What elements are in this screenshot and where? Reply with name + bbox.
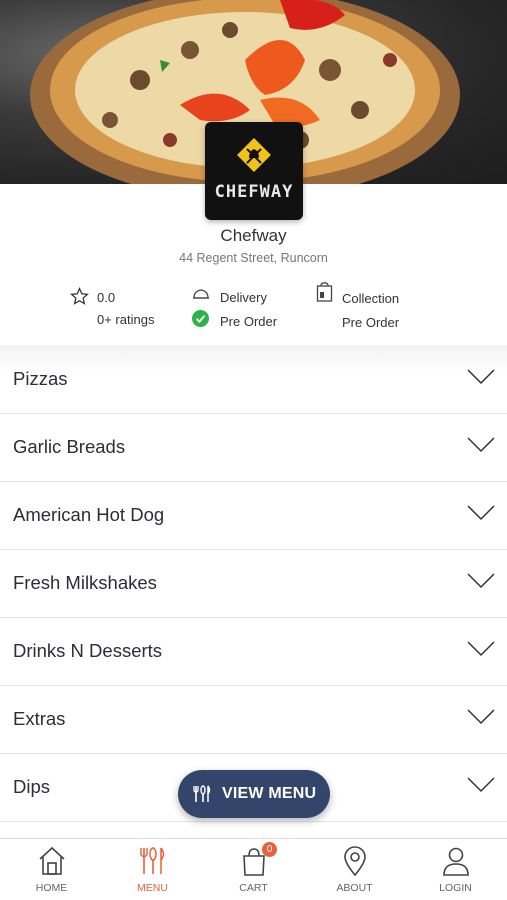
category-label: Garlic Breads (13, 436, 126, 457)
tab-login-label: LOGIN (439, 882, 472, 894)
bottom-tab-bar: HOME MENU CART 0 ABOUT LOGIN (0, 838, 507, 900)
tab-about[interactable]: ABOUT (304, 839, 405, 900)
delivery-label: Delivery (220, 290, 267, 305)
home-icon (38, 846, 65, 875)
category-row[interactable]: Extras (0, 686, 507, 754)
cutlery-icon (139, 847, 164, 874)
chevron-down-icon (467, 505, 495, 521)
restaurant-address: 44 Regent Street, Runcorn (179, 251, 328, 265)
tab-about-label: ABOUT (336, 882, 373, 894)
restaurant-name: Chefway (220, 226, 287, 245)
collection-status: Pre Order (342, 315, 400, 330)
category-label: American Hot Dog (13, 504, 165, 525)
delivery-status: Pre Order (220, 314, 278, 329)
category-row[interactable]: Pizzas (0, 346, 507, 414)
tab-cart[interactable]: CART (203, 839, 304, 900)
tab-menu[interactable]: MENU (102, 839, 203, 900)
delivery-icon (193, 289, 209, 299)
category-label: Pizzas (13, 368, 68, 389)
category-label: Extras (13, 708, 66, 729)
star-icon (70, 287, 89, 305)
tab-cart-label: CART (239, 882, 268, 894)
category-row[interactable]: American Hot Dog (0, 482, 507, 550)
location-pin-icon (343, 846, 366, 877)
chevron-down-icon (467, 641, 495, 657)
tab-login[interactable]: LOGIN (405, 839, 506, 900)
logo-text: CHEFWAY (214, 182, 294, 202)
tab-home[interactable]: HOME (1, 839, 102, 900)
collection-bag-icon (316, 282, 333, 302)
view-menu-label: VIEW MENU (222, 785, 317, 802)
category-row[interactable]: Fresh Milkshakes (0, 550, 507, 618)
chevron-down-icon (467, 437, 495, 453)
user-icon (442, 847, 469, 876)
chevron-down-icon (467, 573, 495, 589)
view-menu-button[interactable]: VIEW MENU (178, 770, 330, 818)
cart-count-badge: 0 (262, 842, 277, 857)
collection-label: Collection (342, 291, 400, 306)
chevron-down-icon (467, 369, 495, 385)
check-circle-icon (192, 310, 209, 327)
category-label: Fresh Milkshakes (13, 572, 157, 593)
chevron-down-icon (467, 777, 495, 793)
category-row[interactable]: Garlic Breads (0, 414, 507, 482)
tab-home-label: HOME (35, 882, 68, 894)
restaurant-logo: CHEFWAY (205, 122, 303, 220)
category-label: Dips (13, 776, 51, 797)
tab-menu-label: MENU (137, 882, 168, 894)
chef-logo-icon (237, 138, 271, 172)
category-row[interactable]: Drinks N Desserts (0, 618, 507, 686)
cutlery-icon (193, 785, 211, 802)
chevron-down-icon (467, 709, 495, 725)
category-label: Drinks N Desserts (13, 640, 163, 661)
rating-value: 0.0 (97, 290, 116, 305)
category-list: Pizzas Garlic Breads American Hot Dog Fresh… (0, 346, 507, 822)
rating-count: 0+ ratings (97, 312, 155, 327)
